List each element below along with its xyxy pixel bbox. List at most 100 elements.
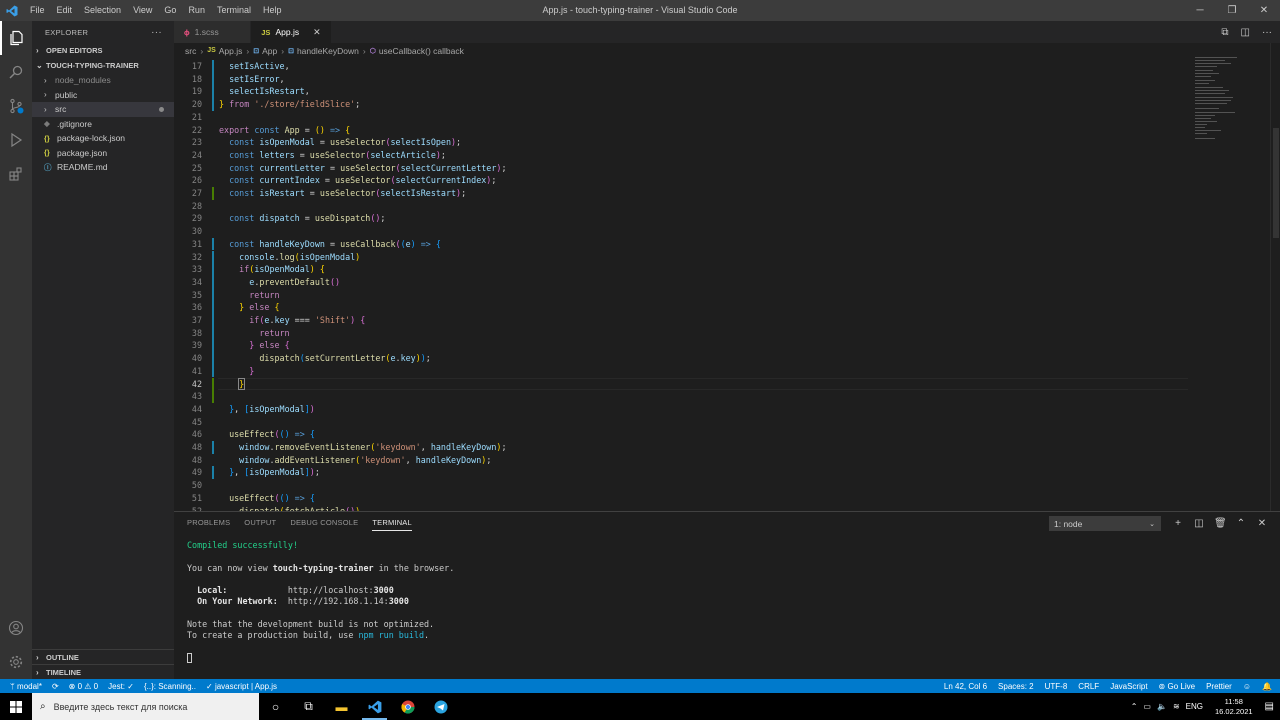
search-icon[interactable] [0, 55, 32, 89]
menu-help[interactable]: Help [257, 0, 288, 21]
tree-item-label: README.md [57, 162, 108, 173]
outline-section[interactable]: › OUTLINE [32, 649, 174, 664]
tab-app-js[interactable]: JS App.js ✕ [251, 21, 332, 43]
tree-item-src[interactable]: › src [32, 102, 174, 117]
check-icon: ✓ [206, 681, 215, 691]
clock-date: 16.02.2021 [1215, 706, 1253, 716]
account-icon[interactable] [0, 611, 32, 645]
encoding-status[interactable]: UTF-8 [1045, 682, 1068, 691]
chevron-right-icon: › [200, 45, 204, 56]
breadcrumb-item[interactable]: App [262, 46, 277, 56]
editor-scrollbar[interactable] [1270, 43, 1280, 511]
file-explorer-icon[interactable]: ▬ [325, 693, 358, 720]
code-line: const dispatch = useDispatch(); [229, 213, 386, 224]
split-terminal-icon[interactable]: ◫ [1193, 518, 1205, 529]
branch-status[interactable]: ᛘ modal* [10, 682, 42, 691]
scrollbar-thumb[interactable] [1273, 128, 1279, 238]
extensions-icon[interactable] [0, 157, 32, 191]
notifications-icon[interactable]: 🔔 [1262, 682, 1272, 691]
maximize-panel-icon[interactable]: ⌃ [1235, 518, 1247, 529]
menu-run[interactable]: Run [182, 0, 211, 21]
terminal-select[interactable]: 1: node ⌄ [1049, 516, 1161, 531]
language-mode[interactable]: JavaScript [1110, 682, 1147, 691]
task-view-icon[interactable]: ⧉ [292, 693, 325, 720]
minimap[interactable] [1190, 43, 1270, 511]
prettier-status[interactable]: Prettier [1206, 682, 1232, 691]
open-editors-section[interactable]: › OPEN EDITORS [32, 43, 174, 58]
source-control-icon[interactable] [0, 89, 32, 123]
close-panel-icon[interactable]: ✕ [1256, 518, 1268, 529]
go-live-status[interactable]: ⊚ Go Live [1159, 682, 1196, 691]
minimize-icon[interactable]: ─ [1184, 0, 1216, 21]
git-file-icon: ◆ [44, 119, 50, 129]
menu-view[interactable]: View [127, 0, 158, 21]
project-section[interactable]: ⌄ TOUCH-TYPING-TRAINER [32, 58, 174, 73]
breadcrumb-item[interactable]: handleKeyDown [297, 46, 359, 56]
close-icon[interactable]: ✕ [1248, 0, 1280, 21]
code-editor[interactable]: 17 setIsActive, 18 setIsError, 19 select… [174, 58, 1190, 511]
tab-close-icon[interactable]: ✕ [313, 27, 321, 38]
new-terminal-icon[interactable]: + [1172, 518, 1184, 529]
vscode-taskbar-icon[interactable] [358, 693, 391, 720]
menu-terminal[interactable]: Terminal [211, 0, 257, 21]
taskbar-search-input[interactable]: ⌕ Введите здесь текст для поиска [32, 693, 259, 720]
jest-status[interactable]: Jest: ✓ [108, 682, 134, 691]
cursor-position[interactable]: Ln 42, Col 6 [944, 682, 987, 691]
tree-item-readme[interactable]: ⓘ README.md [32, 160, 174, 175]
menu-file[interactable]: File [24, 0, 51, 21]
more-actions-icon[interactable]: ··· [1262, 27, 1272, 38]
clock[interactable]: 11:58 16.02.2021 [1209, 697, 1259, 717]
lang-check-status[interactable]: ✓ javascript | App.js [206, 682, 277, 691]
breadcrumb-item[interactable]: App.js [219, 46, 243, 56]
tree-item-gitignore[interactable]: ◆ .gitignore [32, 117, 174, 132]
compare-icon[interactable]: ⧉ [1221, 27, 1228, 38]
restore-icon[interactable]: ❐ [1216, 0, 1248, 21]
chevron-right-icon: › [246, 45, 250, 56]
eol-status[interactable]: CRLF [1078, 682, 1099, 691]
wifi-icon[interactable]: ≋ [1173, 702, 1180, 711]
settings-gear-icon[interactable] [0, 645, 32, 679]
chevron-right-icon: › [362, 45, 366, 56]
tab-problems[interactable]: PROBLEMS [187, 518, 230, 531]
sync-icon[interactable]: ⟳ [52, 682, 59, 691]
code-line: } else { [239, 302, 280, 313]
breadcrumb-item[interactable]: src [185, 46, 196, 56]
feedback-icon[interactable]: ☺ [1243, 682, 1251, 691]
code-line: console.log(isOpenModal) [239, 251, 361, 262]
tree-item-package-lock[interactable]: {} package-lock.json [32, 131, 174, 146]
breadcrumb-item[interactable]: useCallback() callback [379, 46, 464, 56]
volume-icon[interactable]: 🔈 [1157, 702, 1167, 711]
run-debug-icon[interactable] [0, 123, 32, 157]
more-actions-icon[interactable]: ··· [151, 27, 162, 38]
tab-1-scss[interactable]: ϕ 1.scss ✕ [174, 21, 252, 43]
menu-selection[interactable]: Selection [78, 0, 127, 21]
problems-status[interactable]: ⊗ 0 ⚠ 0 [69, 682, 98, 691]
tree-item-node-modules[interactable]: › node_modules [32, 73, 174, 88]
menu-go[interactable]: Go [158, 0, 182, 21]
tree-item-public[interactable]: › public [32, 88, 174, 103]
editor-actions: ⧉ ◫ ··· [1221, 21, 1272, 43]
menu-edit[interactable]: Edit [51, 0, 79, 21]
indentation-status[interactable]: Spaces: 2 [998, 682, 1034, 691]
tab-output[interactable]: OUTPUT [244, 518, 276, 531]
tab-debug-console[interactable]: DEBUG CONSOLE [290, 518, 358, 531]
code-line: useEffect(() => { [229, 429, 315, 440]
telegram-icon[interactable] [424, 693, 457, 720]
split-editor-icon[interactable]: ◫ [1241, 27, 1250, 38]
terminal-output[interactable]: Compiled successfully! You can now view … [187, 540, 454, 664]
tree-item-label: node_modules [55, 75, 111, 86]
cortana-icon[interactable]: ○ [259, 693, 292, 720]
tab-terminal[interactable]: TERMINAL [372, 518, 412, 531]
windows-start-icon[interactable] [0, 693, 32, 720]
notification-center-icon[interactable]: ▤ [1265, 701, 1274, 712]
tree-item-package-json[interactable]: {} package.json [32, 146, 174, 161]
explorer-icon[interactable] [0, 21, 32, 55]
network-icon[interactable]: ▭ [1143, 702, 1151, 711]
outline-label: OUTLINE [46, 652, 79, 662]
trash-icon[interactable]: 🗑 [1214, 518, 1227, 529]
chrome-icon[interactable] [391, 693, 424, 720]
keyboard-language[interactable]: ENG [1186, 702, 1203, 711]
timeline-section[interactable]: › TIMELINE [32, 664, 174, 679]
scanning-status[interactable]: {..}: Scanning.. [144, 682, 196, 691]
chevron-up-icon[interactable]: ⌃ [1131, 702, 1138, 711]
